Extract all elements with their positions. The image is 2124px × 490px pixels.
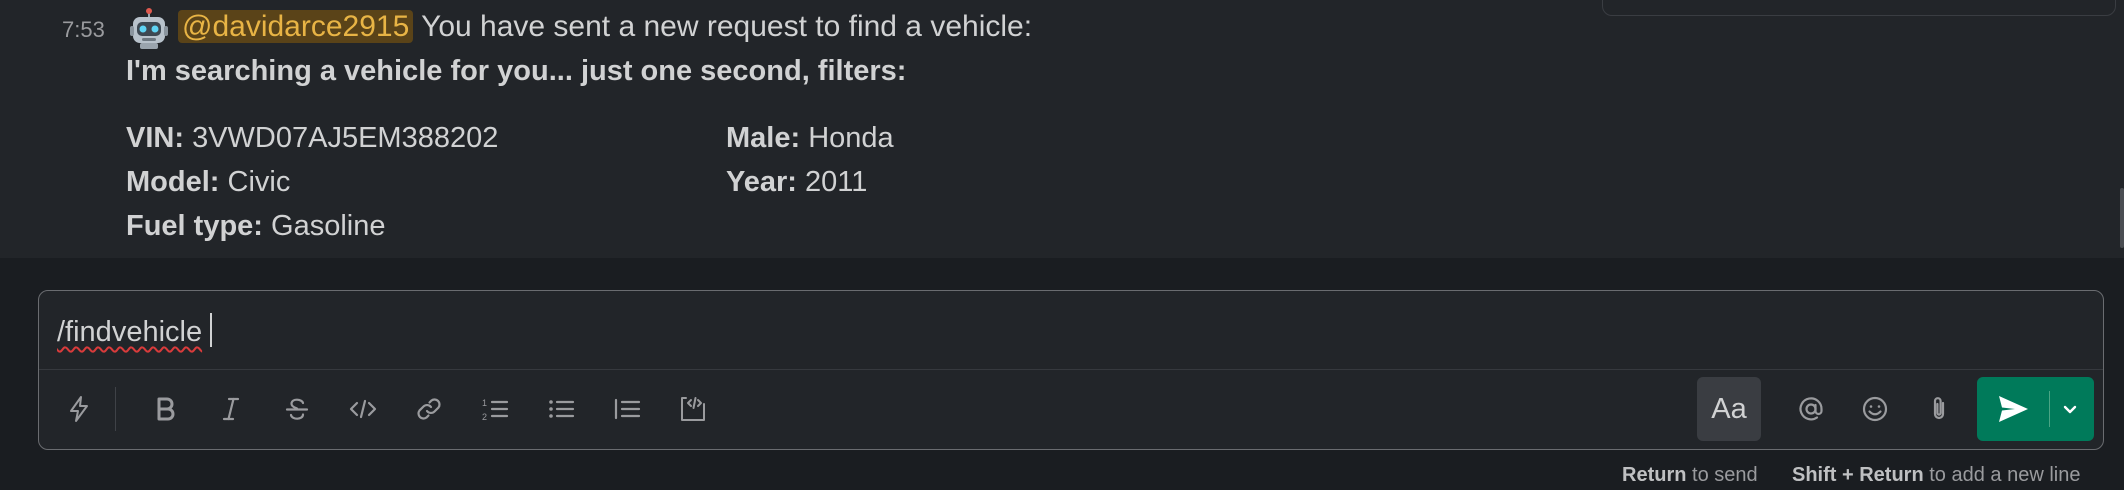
link-icon[interactable]: [409, 389, 449, 429]
composer-divider: [39, 369, 2103, 370]
field-fuel-type: Fuel type: Gasoline: [126, 210, 386, 243]
message-bold-line: I'm searching a vehicle for you... just …: [126, 55, 907, 87]
svg-text:1: 1: [482, 398, 487, 408]
field-vin-label: VIN:: [126, 122, 184, 154]
composer-input-value[interactable]: /findvehicle: [57, 316, 202, 348]
field-model: Model: Civic: [126, 166, 290, 199]
attach-paperclip-icon[interactable]: [1919, 389, 1959, 429]
field-male: Male: Honda: [726, 122, 894, 155]
field-model-value: Civic: [227, 166, 291, 198]
toolbar-separator: [115, 387, 116, 431]
bold-icon[interactable]: [145, 389, 185, 429]
message-timestamp[interactable]: 7:53: [62, 17, 105, 43]
top-card-edge: [1602, 0, 2116, 16]
message-first-line: @davidarce2915 You have sent a new reque…: [178, 10, 1032, 44]
hint-return-text: to send: [1692, 464, 1758, 486]
field-model-label: Model:: [126, 166, 220, 198]
user-mention[interactable]: @davidarce2915: [178, 10, 414, 43]
mention-at-icon[interactable]: [1791, 389, 1831, 429]
composer-input[interactable]: /findvehicle: [57, 313, 213, 349]
message-intro-text: You have sent a new request to find a ve…: [421, 10, 1033, 43]
bulleted-list-icon[interactable]: [541, 389, 581, 429]
field-male-value: Honda: [808, 122, 894, 154]
shortcuts-lightning-icon[interactable]: [59, 389, 99, 429]
message-composer[interactable]: /findvehicle 1 2 Aa: [38, 290, 2104, 450]
message-area: 7:53 @davidarce2915 You have sent a new …: [0, 0, 2124, 258]
send-button-separator: [2049, 391, 2050, 427]
field-fuel-type-label: Fuel type:: [126, 210, 263, 242]
hint-return-to-send: Return to send: [1622, 464, 1758, 487]
field-year-value: 2011: [805, 166, 868, 198]
field-male-label: Male:: [726, 122, 801, 154]
code-icon[interactable]: [343, 389, 383, 429]
italic-icon[interactable]: [211, 389, 251, 429]
send-button[interactable]: [1977, 377, 2094, 441]
field-fuel-type-value: Gasoline: [271, 210, 386, 242]
ordered-list-icon[interactable]: 1 2: [475, 389, 515, 429]
hint-shift-return-key: Shift + Return: [1792, 464, 1924, 486]
field-year-label: Year:: [726, 166, 797, 198]
text-caret: [210, 313, 213, 347]
scrollbar-thumb[interactable]: [2120, 188, 2124, 248]
hint-shift-return-text: to add a new line: [1929, 464, 2081, 486]
hint-return-key: Return: [1622, 464, 1687, 486]
svg-text:2: 2: [482, 412, 487, 422]
chevron-down-icon[interactable]: [2057, 397, 2083, 423]
field-vin: VIN: 3VWD07AJ5EM388202: [126, 122, 498, 155]
blockquote-icon[interactable]: [607, 389, 647, 429]
field-vin-value: 3VWD07AJ5EM388202: [192, 122, 499, 154]
robot-icon[interactable]: [128, 8, 170, 50]
send-paper-plane-icon[interactable]: [1995, 391, 2031, 427]
code-block-icon[interactable]: [673, 389, 713, 429]
formatting-toggle-button[interactable]: Aa: [1697, 377, 1761, 441]
field-year: Year: 2011: [726, 166, 867, 199]
emoji-icon[interactable]: [1855, 389, 1895, 429]
strikethrough-icon[interactable]: [277, 389, 317, 429]
hint-shift-return-new-line: Shift + Return to add a new line: [1792, 464, 2080, 487]
